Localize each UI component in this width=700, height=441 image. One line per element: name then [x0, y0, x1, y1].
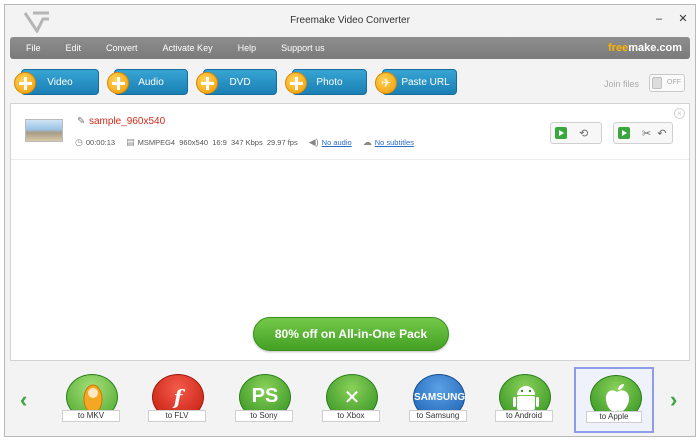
playstation-glyph: PS: [251, 385, 279, 407]
speaker-icon: ◀): [308, 136, 319, 147]
target-label: to MKV: [62, 410, 120, 422]
app-window: Freemake Video Converter – ✕ File Edit C…: [4, 4, 696, 437]
convert-targets-bar: ‹ to MKV f to FLV PS to Sony ✕ to Xbox S…: [10, 367, 690, 433]
add-audio-label: Audio: [138, 76, 164, 88]
add-video-button[interactable]: Video: [14, 69, 99, 95]
xbox-glyph: ✕: [343, 387, 361, 409]
window-controls: – ✕: [653, 13, 689, 25]
plus-icon: [14, 72, 36, 94]
plus-icon: [196, 72, 218, 94]
add-photo-label: Photo: [316, 76, 343, 88]
paste-url-label: Paste URL: [401, 76, 450, 88]
target-xbox[interactable]: ✕ to Xbox: [318, 370, 384, 428]
target-android[interactable]: to Android: [491, 370, 557, 428]
join-files-toggle[interactable]: OFF: [649, 74, 685, 92]
file-name[interactable]: sample_960x540: [89, 116, 165, 127]
window-title: Freemake Video Converter: [290, 15, 410, 26]
target-label: to FLV: [148, 410, 206, 422]
brand-part-2: make.com: [628, 42, 682, 54]
menu-help[interactable]: Help: [238, 43, 257, 53]
menu-activate-key[interactable]: Activate Key: [163, 43, 213, 53]
minimize-button[interactable]: –: [653, 13, 665, 25]
add-dvd-button[interactable]: DVD: [196, 69, 277, 95]
toggle-state-label: OFF: [667, 79, 681, 86]
join-files-label: Join files: [604, 79, 640, 89]
add-video-label: Video: [47, 76, 73, 88]
scroll-left-icon[interactable]: ‹: [20, 389, 27, 411]
target-flv[interactable]: f to FLV: [144, 370, 210, 428]
scissors-icon: ✂: [642, 127, 652, 140]
play-icon: [618, 127, 630, 139]
play-icon: [555, 127, 567, 139]
toggle-knob: [652, 77, 662, 89]
target-label: to Sony: [235, 410, 293, 422]
clock-icon: ◷: [75, 136, 83, 147]
rotate-icon: ⟲: [579, 127, 589, 140]
menu-support-us[interactable]: Support us: [281, 43, 325, 53]
menu-edit[interactable]: Edit: [66, 43, 82, 53]
frame-rate: 29.97 fps: [266, 137, 298, 147]
target-samsung[interactable]: SAMSUNG to Samsung: [405, 370, 471, 428]
globe-icon: ✈: [375, 72, 397, 94]
brand-part-1: free: [608, 42, 629, 54]
duration: 00:00:13: [85, 137, 116, 147]
file-metadata: ◷ 00:00:13 ▤ MSMPEG4 960x540 16:9 347 Kb…: [75, 136, 414, 148]
undo-icon: ↶: [657, 127, 667, 140]
samsung-glyph: SAMSUNG: [414, 392, 466, 403]
edit-cut-button[interactable]: ✂ ↶: [613, 122, 673, 144]
target-label: to Xbox: [322, 410, 380, 422]
brand-link[interactable]: freemake.com: [608, 42, 682, 54]
audio-track-link[interactable]: No audio: [322, 138, 352, 147]
remove-file-icon[interactable]: ×: [674, 108, 685, 119]
file-row[interactable]: ✎ sample_960x540 ◷ 00:00:13 ▤ MSMPEG4 96…: [11, 104, 689, 160]
menu-convert[interactable]: Convert: [106, 43, 138, 53]
scroll-right-icon[interactable]: ›: [670, 389, 677, 411]
menu-bar: File Edit Convert Activate Key Help Supp…: [10, 37, 690, 59]
target-mkv[interactable]: to MKV: [58, 370, 124, 428]
title-bar: Freemake Video Converter – ✕: [5, 5, 695, 35]
add-toolbar: Video Audio DVD Photo ✈ Paste URL Join f…: [13, 67, 689, 99]
add-photo-button[interactable]: Photo: [285, 69, 367, 95]
target-label: to Apple: [586, 411, 642, 423]
target-label: to Android: [495, 410, 553, 422]
flash-glyph: f: [173, 385, 183, 409]
play-preview-button[interactable]: ⟲: [550, 122, 602, 144]
video-thumbnail[interactable]: [25, 119, 63, 142]
target-apple[interactable]: to Apple: [574, 367, 654, 433]
codec: MSMPEG4: [137, 137, 176, 147]
subtitles-icon: ☁: [362, 136, 372, 147]
close-window-button[interactable]: ✕: [677, 13, 689, 25]
target-label: to Samsung: [409, 410, 467, 422]
pencil-icon[interactable]: ✎: [77, 116, 85, 127]
promo-button[interactable]: 80% off on All-in-One Pack: [253, 317, 449, 351]
menu-file[interactable]: File: [26, 43, 41, 53]
plus-icon: [107, 72, 129, 94]
plus-icon: [285, 72, 307, 94]
aspect-ratio: 16:9: [212, 137, 227, 147]
target-sony[interactable]: PS to Sony: [231, 370, 297, 428]
bitrate: 347 Kbps: [231, 137, 263, 147]
resolution: 960x540: [179, 137, 209, 147]
film-icon: ▤: [126, 136, 135, 147]
paste-url-button[interactable]: ✈ Paste URL: [375, 69, 457, 95]
add-dvd-label: DVD: [229, 76, 251, 88]
add-audio-button[interactable]: Audio: [107, 69, 188, 95]
subtitles-link[interactable]: No subtitles: [375, 138, 414, 147]
